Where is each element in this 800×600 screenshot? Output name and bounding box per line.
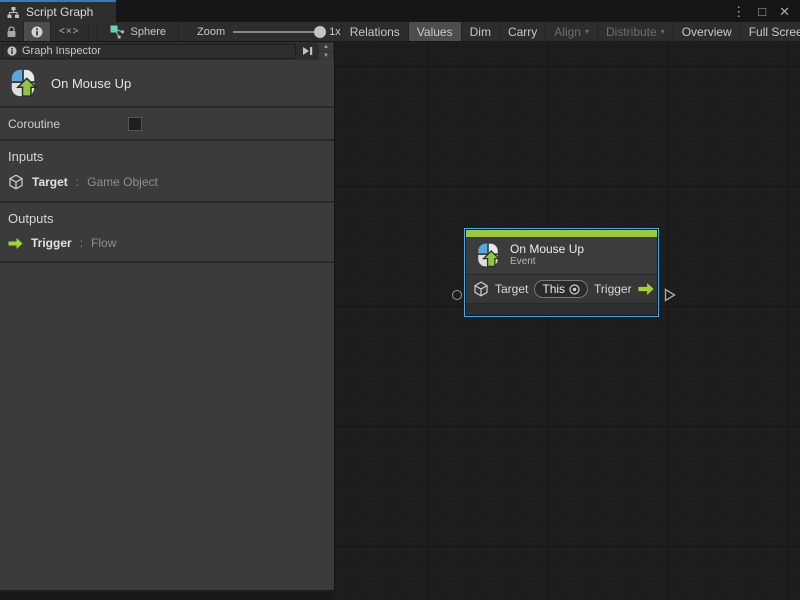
graph-canvas[interactable]: On Mouse Up Event Target This <box>335 42 800 600</box>
toolbar-right-group: Relations Values Dim Carry Align ▾ Distr… <box>341 22 800 41</box>
graph-target-label: Sphere <box>131 26 166 38</box>
inspector-scroll-arrows: ▲ ▼ <box>319 43 333 60</box>
on-mouse-up-node[interactable]: On Mouse Up Event Target This <box>465 229 658 316</box>
align-dropdown: Align ▾ <box>545 22 597 41</box>
graph-toolbar: <×> Sphere Zoom 1x Relations <box>0 22 800 42</box>
outputs-heading: Outputs <box>8 211 326 226</box>
script-graph-window: Script Graph ⋮ □ ✕ <box>0 0 800 600</box>
dim-button[interactable]: Dim <box>461 22 499 41</box>
inspector-title: Graph Inspector <box>22 45 101 57</box>
graph-inspector-panel: Graph Inspector ▲ ▼ On Mouse Up <box>0 42 335 592</box>
window-menu-icon[interactable]: ⋮ <box>732 5 745 18</box>
inputs-section: Inputs Target : Game Object <box>0 141 334 203</box>
node-input-port[interactable] <box>452 290 462 300</box>
target-port-label: Target <box>495 282 528 296</box>
window-controls: ⋮ □ ✕ <box>732 0 800 22</box>
coroutine-checkbox[interactable] <box>128 117 142 131</box>
zoom-slider-knob[interactable] <box>314 26 326 38</box>
scroll-up-button[interactable]: ▲ <box>319 43 333 51</box>
tab-label: Script Graph <box>26 5 93 19</box>
node-output-port[interactable] <box>664 288 676 302</box>
relations-button[interactable]: Relations <box>341 22 408 41</box>
values-button[interactable]: Values <box>408 22 461 41</box>
distribute-dropdown: Distribute ▾ <box>597 22 673 41</box>
info-icon <box>31 26 43 38</box>
scroll-down-button[interactable]: ▼ <box>319 52 333 60</box>
input-row-target: Target : Game Object <box>8 174 326 190</box>
on-mouse-up-icon <box>475 242 501 268</box>
outputs-section: Outputs Trigger : Flow <box>0 203 334 263</box>
maximize-icon[interactable]: □ <box>758 5 766 18</box>
lock-icon <box>6 26 17 38</box>
zoom-control: Zoom 1x <box>197 22 341 41</box>
coroutine-row: Coroutine <box>0 108 334 141</box>
node-header[interactable]: On Mouse Up Event <box>466 237 657 275</box>
output-type: Flow <box>91 236 116 250</box>
lock-button[interactable] <box>0 22 24 41</box>
dock-right-icon <box>303 46 313 56</box>
target-value-pill[interactable]: This <box>534 280 588 298</box>
game-object-cube-icon <box>8 174 24 190</box>
self-target-icon <box>569 284 580 295</box>
node-footer <box>466 304 657 315</box>
unit-title: On Mouse Up <box>51 76 131 91</box>
chevron-down-icon: ▾ <box>661 27 665 36</box>
coroutine-label: Coroutine <box>8 117 128 131</box>
title-bar: Script Graph ⋮ □ ✕ <box>0 0 800 22</box>
input-type: Game Object <box>87 175 158 189</box>
inspector-title-box: Graph Inspector <box>2 44 296 59</box>
target-value: This <box>542 282 565 296</box>
dock-panel-button[interactable] <box>299 44 317 59</box>
unit-header: On Mouse Up <box>0 60 334 108</box>
fullscreen-button[interactable]: Full Screen <box>740 22 800 41</box>
node-subtitle: Event <box>510 256 584 268</box>
separator: : <box>76 175 79 189</box>
inspector-toggle-button[interactable] <box>24 22 51 41</box>
carry-button[interactable]: Carry <box>499 22 545 41</box>
trigger-port-label: Trigger <box>594 282 632 296</box>
close-icon[interactable]: ✕ <box>779 5 790 18</box>
on-mouse-up-icon <box>8 68 38 98</box>
graph-node-icon <box>110 25 125 39</box>
graph-target-button[interactable]: Sphere <box>97 22 179 41</box>
info-icon <box>7 46 17 56</box>
zoom-slider[interactable] <box>233 31 321 33</box>
overview-button[interactable]: Overview <box>673 22 740 41</box>
flow-arrow-icon <box>638 283 654 295</box>
input-name: Target <box>32 175 68 189</box>
flow-arrow-icon <box>8 238 23 249</box>
node-ports-row: Target This Trigger <box>466 275 657 304</box>
zoom-label: Zoom <box>197 26 225 38</box>
graph-hierarchy-icon <box>7 6 20 19</box>
inputs-heading: Inputs <box>8 149 326 164</box>
separator: : <box>80 236 83 250</box>
event-accent-bar <box>466 230 657 237</box>
inspector-header-bar: Graph Inspector ▲ ▼ <box>0 42 334 60</box>
zoom-value: 1x <box>329 26 341 38</box>
chevron-down-icon: ▾ <box>585 27 589 36</box>
game-object-cube-icon <box>473 281 489 297</box>
output-name: Trigger <box>31 236 72 250</box>
tab-script-graph[interactable]: Script Graph <box>0 0 116 22</box>
trigger-port[interactable]: Trigger <box>594 282 654 296</box>
output-row-trigger: Trigger : Flow <box>8 236 326 250</box>
code-icon: <×> <box>59 26 80 37</box>
node-title: On Mouse Up <box>510 242 584 256</box>
code-preview-button[interactable]: <×> <box>51 22 89 41</box>
